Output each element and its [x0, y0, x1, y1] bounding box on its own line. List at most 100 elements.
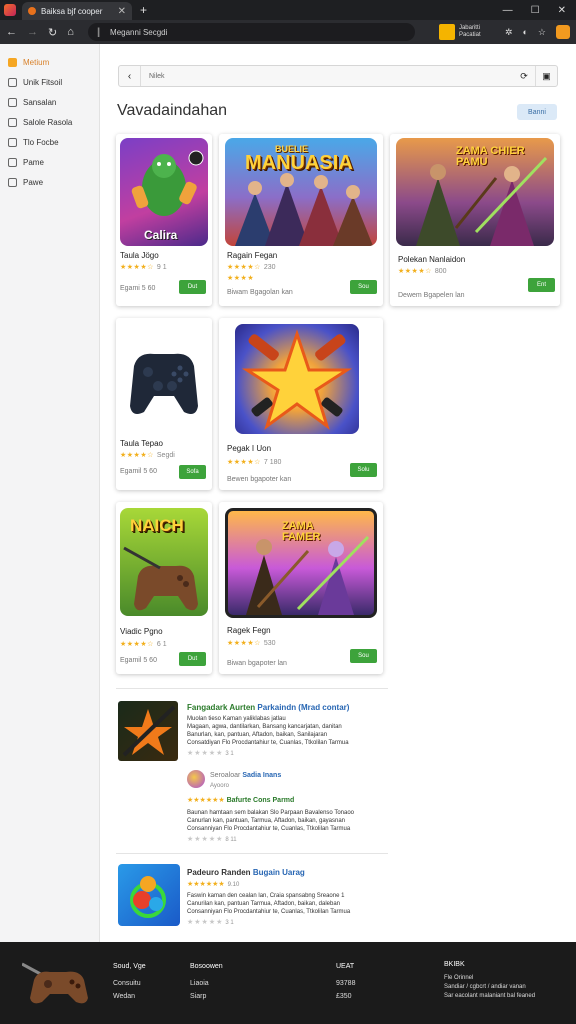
sidebar-item[interactable]: Metium: [0, 52, 99, 72]
sidebar-item[interactable]: Unik Fitsoil: [0, 72, 99, 92]
extension-gear-icon[interactable]: ✲: [505, 27, 513, 38]
extension-sync-icon[interactable]: ◐: [522, 27, 527, 37]
profile-name: Jabaritti Pacatiat: [458, 25, 481, 38]
profile-chip[interactable]: Jabaritti Pacatiat: [438, 24, 495, 40]
footer-value: 93788: [336, 980, 356, 987]
footer-link[interactable]: Liaoia: [190, 977, 223, 990]
sidebar-item-label: Salole Rasola: [23, 117, 73, 127]
list-icon: [8, 77, 17, 87]
sidebar-item-label: Metium: [23, 57, 50, 67]
review-title-secondary: Parkaindn (Mrad contar): [257, 703, 350, 712]
toolbar-menu-icon[interactable]: ▣: [535, 66, 557, 86]
app-card[interactable]: ZAMA CHIER PAMU Polekan Nanlaidon ★★★★☆ 8…: [390, 134, 560, 306]
rating-count: 800: [434, 268, 447, 275]
footer-value: £350: [336, 993, 352, 1000]
review-title-main: Fangadark Aurten: [187, 703, 256, 712]
app-thumbnail: ZAMA FAMER: [225, 508, 377, 618]
app-subtext: Dewem Bgapelen lan: [398, 292, 465, 299]
thumbnail-art-text: ZAMA CHIER PAMU: [456, 145, 525, 168]
new-tab-icon[interactable]: +: [140, 3, 147, 17]
tab-favicon-icon: [28, 7, 36, 15]
app-subtext: Biwan bgapoter lan: [227, 660, 287, 667]
get-button[interactable]: Solu: [350, 463, 377, 477]
app-name: Taula Jögo: [120, 251, 159, 260]
rating-count: Segdi: [156, 452, 175, 459]
gamepad-icon: [22, 962, 88, 1004]
footer-text: Sar eacolant malaniant bal feaned: [444, 993, 536, 999]
review-rating-count: 3 1: [225, 920, 234, 926]
reviewer-prefix: Seroaloar: [210, 772, 241, 779]
review-rating: ★★★★★ 3 1: [187, 750, 234, 757]
minimize-icon[interactable]: —: [503, 5, 513, 16]
review-text-line: Consanniyan Flo Procdantahiur te, Cuanla…: [187, 909, 351, 915]
app-card[interactable]: Pegak I Uon ★★★★☆ 7 180 Bewen bgapoter ka…: [219, 318, 383, 490]
home-button-icon[interactable]: ⌂: [67, 26, 74, 38]
top-action-button[interactable]: Banni: [517, 104, 557, 120]
review-text-line: Faswin kaman den cealan lan, Craia spans…: [187, 893, 345, 899]
rating-count: 6 1: [156, 641, 167, 648]
footer-link[interactable]: Consuitu: [113, 977, 146, 990]
app-name: Taula Tepao: [120, 439, 163, 448]
extension-orange-icon[interactable]: [556, 25, 570, 39]
app-card[interactable]: Taula Tepao ★★★★☆ Segdi Egamil 5 60 Sofa: [116, 318, 212, 490]
rating-stars: ★★★★☆ 6 1: [120, 641, 167, 648]
url-field[interactable]: ▎ Meganni Secgdi: [87, 23, 415, 41]
app-subtext: Egamil 5 60: [120, 468, 157, 475]
circle-icon: [8, 137, 17, 147]
tab-close-icon[interactable]: ✕: [118, 6, 126, 17]
footer-column: Bosoowen Liaoia Siarp: [190, 960, 223, 1003]
app-card[interactable]: ZAMA FAMER Ragek Fegn ★★★★☆ 530 Biwan bga…: [219, 502, 383, 674]
rating-stars: ★★★★☆ 530: [227, 640, 276, 647]
reviewer-name[interactable]: Sadia Inans: [242, 772, 281, 779]
app-name: Ragek Fegn: [227, 626, 271, 635]
reload-icon[interactable]: ↻: [48, 26, 57, 39]
get-button[interactable]: Dut: [179, 280, 206, 294]
forward-arrow-icon[interactable]: →: [27, 26, 38, 38]
sidebar-item[interactable]: Pawe: [0, 172, 99, 192]
window-close-icon[interactable]: ✕: [558, 5, 566, 16]
get-button[interactable]: Ent: [528, 278, 555, 292]
sidebar-item[interactable]: Sansalan: [0, 92, 99, 112]
get-button[interactable]: Sofa: [179, 465, 206, 479]
browser-tab[interactable]: Baiksa bjf cooper ✕: [22, 2, 132, 20]
get-button[interactable]: Dut: [179, 652, 206, 666]
rating-stars: ★★★★☆ 9 1: [120, 264, 167, 271]
review-title-main: Padeuro Randen: [187, 868, 251, 877]
back-arrow-icon[interactable]: ←: [6, 26, 17, 38]
get-button[interactable]: Sou: [350, 280, 377, 294]
maximize-icon[interactable]: ☐: [531, 5, 540, 16]
content-toolbar: ‹ Nilek ⟳ ▣: [118, 65, 558, 87]
toolbar-search-input[interactable]: Nilek: [141, 73, 513, 80]
app-thumbnail: [235, 324, 359, 434]
app-card[interactable]: BUELIE MANUASIA Ragain Fegan ★★★★☆ 230 ★★…: [219, 134, 383, 306]
document-icon: [8, 117, 17, 127]
review-rating: ★★★★★ 3 1: [187, 919, 234, 926]
review-rating: ★★★★★ 8 11: [187, 836, 237, 843]
footer-link[interactable]: Wedan: [113, 990, 146, 1003]
browser-tab-bar: Baiksa bjf cooper ✕ + — ☐ ✕: [0, 0, 576, 20]
toolbar-back-icon[interactable]: ‹: [119, 66, 141, 86]
bookmark-icon: [8, 97, 17, 107]
reviewer-avatar: [187, 770, 205, 788]
app-card[interactable]: Calira Taula Jögo ★★★★☆ 9 1 Egami 5 60 Du…: [116, 134, 212, 306]
review-title: Bafurte Cons Parmd: [226, 797, 295, 804]
app-thumbnail: ZAMA CHIER PAMU: [396, 138, 554, 246]
rating-stars: ★★★★☆ 800: [398, 268, 447, 275]
footer-text: Sandiar / cgbcrt / andiar vanan: [444, 984, 526, 990]
tab-title: Baiksa bjf cooper: [41, 6, 103, 16]
extension-star-icon[interactable]: ☆: [538, 27, 546, 38]
get-button[interactable]: Sou: [350, 649, 377, 663]
app-name: Polekan Nanlaidon: [398, 255, 466, 264]
footer-heading: Bosoowen: [190, 963, 223, 970]
sidebar: Metium Unik Fitsoil Sansalan Salole Rasola T…: [0, 44, 100, 942]
review-text-line: Canurilan kan, pantuan Tarmua, Aftadon, …: [187, 901, 340, 907]
app-thumbnail: NAICH: [120, 508, 208, 616]
sidebar-item[interactable]: Tlo Focbe: [0, 132, 99, 152]
sidebar-item-label: Pame: [23, 157, 44, 167]
app-card[interactable]: NAICH Viadic Pgno ★★★★☆ 6 1 Egamil 5 60 D…: [116, 502, 212, 674]
footer-link[interactable]: Siarp: [190, 990, 223, 1003]
sidebar-item[interactable]: Salole Rasola: [0, 112, 99, 132]
toolbar-refresh-icon[interactable]: ⟳: [513, 71, 535, 82]
sidebar-item[interactable]: Pame: [0, 152, 99, 172]
review-text-line: Consatdiyan Flo Procdantahiur te, Cuanla…: [187, 740, 349, 746]
